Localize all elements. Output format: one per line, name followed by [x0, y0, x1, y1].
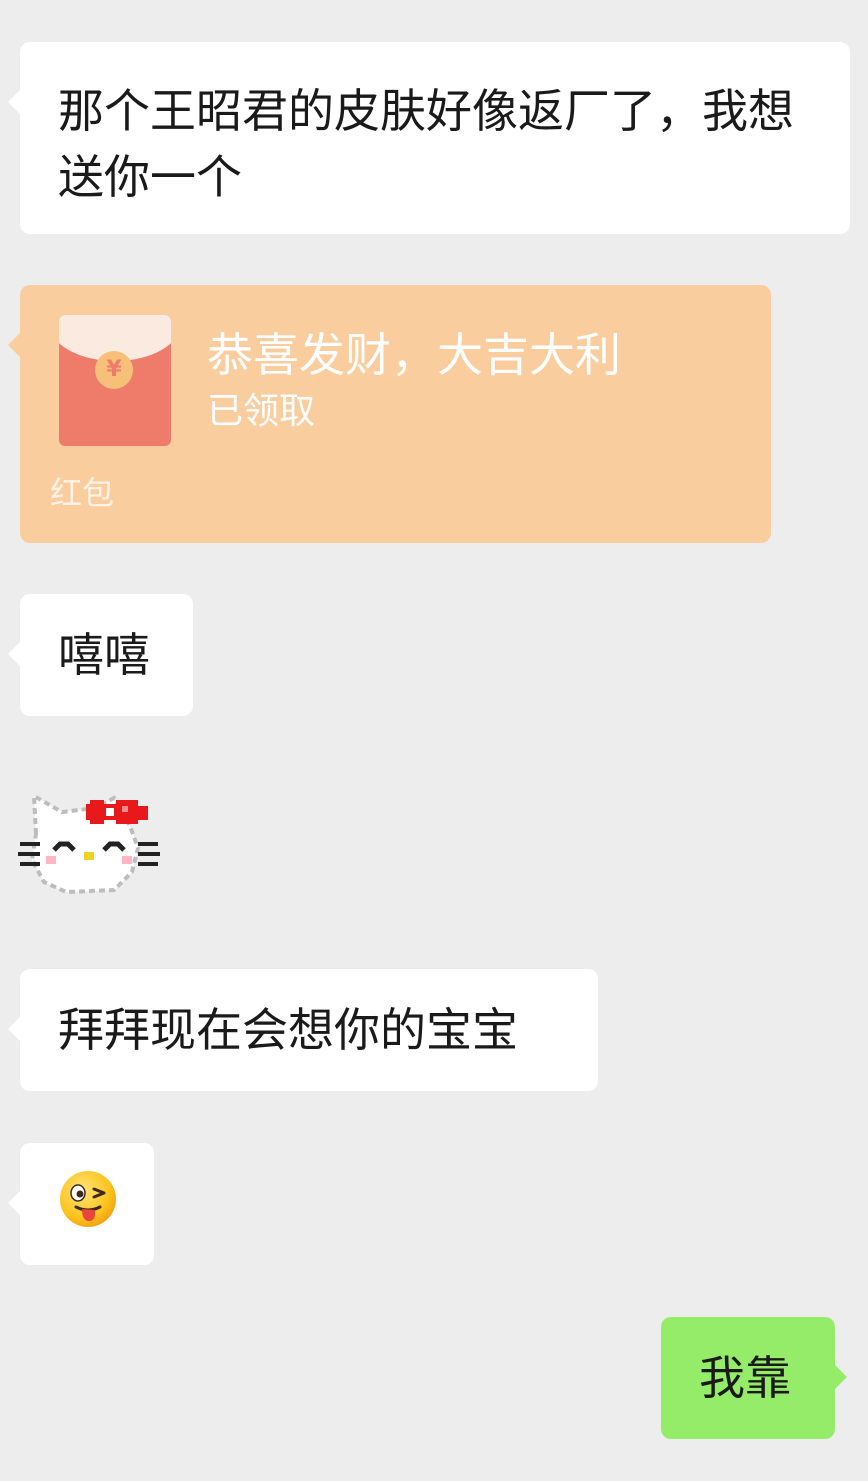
message-text: 我靠 — [699, 1351, 791, 1405]
message-text: 拜拜现在会想你的宝宝 — [58, 1003, 518, 1057]
red-packet-title: 恭喜发财，大吉大利 — [207, 328, 621, 382]
incoming-message-bubble[interactable]: 那个王昭君的皮肤好像返厂了，我想送你一个 — [8, 42, 850, 234]
red-packet-status: 已领取 — [207, 391, 316, 432]
message-text: 嘻嘻 — [58, 628, 150, 682]
red-packet-card[interactable]: ¥ 恭喜发财，大吉大利 已领取 红包 — [8, 285, 771, 543]
incoming-emoji-bubble[interactable] — [8, 1143, 154, 1265]
incoming-message-bubble[interactable]: 拜拜现在会想你的宝宝 — [8, 969, 598, 1091]
red-envelope-icon: ¥ — [59, 315, 171, 446]
hello-kitty-sticker-icon[interactable] — [18, 786, 160, 898]
coin-icon: ¥ — [95, 351, 133, 389]
winking-face-with-tongue-icon — [60, 1171, 116, 1227]
message-text: 那个王昭君的皮肤好像返厂了，我想送你一个 — [58, 84, 794, 204]
outgoing-message-bubble[interactable]: 我靠 — [661, 1317, 847, 1439]
red-packet-label: 红包 — [50, 474, 115, 512]
incoming-message-bubble[interactable]: 嘻嘻 — [8, 594, 193, 716]
